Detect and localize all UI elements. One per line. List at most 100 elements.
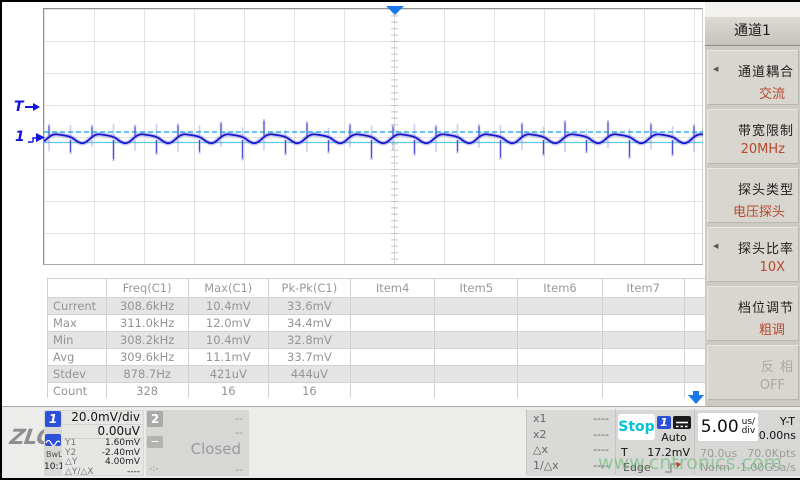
measurement-value: 311.0kHz — [106, 315, 188, 332]
measurement-value — [350, 298, 434, 315]
sidebar-item-6[interactable]: 反 相 OFF — [707, 345, 799, 400]
table-column-header: Item4 — [350, 279, 434, 298]
timebase-unit-bottom: div — [742, 426, 756, 436]
measurement-value — [602, 349, 684, 366]
measurement-value — [435, 383, 518, 399]
channel2-bottom-left: -:- — [149, 464, 159, 474]
trigger-mode: Auto — [657, 431, 691, 444]
menu-item-label: 档位调节 — [738, 297, 794, 316]
measurement-value: 33.6mV — [268, 298, 350, 315]
menu-item-label: 反 相 — [761, 356, 794, 375]
menu-item-value: 交流 — [759, 83, 785, 102]
channel1-status-panel[interactable]: 1 BwL 10:1 20.0mV/div 0.00uV Y11.60mVY2-… — [44, 410, 144, 476]
row-label: Avg — [48, 349, 107, 366]
channel2-state: Closed — [191, 440, 241, 458]
menu-item-value: OFF — [760, 378, 785, 393]
measurement-value — [518, 298, 602, 315]
table-column-header: Freq(C1) — [106, 279, 188, 298]
measurement-value — [602, 298, 684, 315]
timebase-scale: 5.00 — [701, 417, 739, 437]
measurement-value: 10.4mV — [188, 298, 268, 315]
menu-item-label: 探头比率 — [738, 238, 794, 257]
cursor-value: ---- — [127, 468, 140, 478]
waveform-display[interactable] — [43, 8, 703, 265]
measurement-value: 16 — [188, 383, 268, 399]
channel2-coupling-icon: − — [147, 436, 163, 448]
channel1-cursor-readouts: Y11.60mVY2-2.40mV△Y4.00mV△Y/△X---- — [62, 439, 143, 477]
measurement-value — [435, 332, 518, 349]
measurement-value — [602, 332, 684, 349]
trigger-coupling-dc-icon — [673, 416, 691, 429]
table-column-header: Item7 — [602, 279, 684, 298]
measurement-table-header-row: Freq(C1)Max(C1)Pk-Pk(C1)Item4Item5Item6I… — [48, 279, 706, 298]
cursor-panel-key: 1/△x — [533, 459, 559, 473]
table-column-header: Item8 — [684, 279, 705, 298]
measurement-value: 32.8mV — [268, 332, 350, 349]
measurement-value: 444uV — [268, 366, 350, 383]
channel2-status-panel[interactable]: 2 − -- -- Closed -:- -- — [146, 410, 249, 476]
channel2-bottom-right: -- — [235, 463, 243, 476]
trigger-level-marker[interactable]: T — [14, 99, 40, 115]
table-row-max: Max311.0kHz12.0mV34.4mV — [48, 315, 706, 332]
measurement-value — [350, 366, 434, 383]
measurement-value — [518, 383, 602, 399]
table-row-current: Current308.6kHz10.4mV33.6mV — [48, 298, 706, 315]
measurement-value — [435, 315, 518, 332]
sidebar-menu: ◀通道耦合交流带宽限制20MHz探头类型电压探头◀探头比率10X档位调节粗调反 … — [705, 46, 800, 400]
cursor-panel-value: ---- — [593, 428, 609, 442]
timebase-unit: us/ div — [742, 418, 756, 436]
table-column-header: Item6 — [518, 279, 602, 298]
cursor-panel-key: △x — [533, 443, 548, 457]
sidebar-item-1[interactable]: ◀通道耦合交流 — [707, 50, 799, 105]
row-label: Max — [48, 315, 107, 332]
channel1-trace — [44, 9, 703, 265]
channel2-offset: -- — [235, 426, 243, 439]
measurement-value: 16 — [268, 383, 350, 399]
menu-item-value: 电压探头 — [733, 201, 785, 220]
row-label: Stdev — [48, 366, 107, 383]
measurement-value: 33.7mV — [268, 349, 350, 366]
measurement-value — [350, 383, 434, 399]
channel1-zero-level-marker[interactable]: 1 — [15, 129, 46, 145]
measurement-value: 34.4mV — [268, 315, 350, 332]
measurement-value — [435, 366, 518, 383]
table-column-header: Max(C1) — [188, 279, 268, 298]
channel1-scale: 20.0mV/div — [62, 411, 143, 425]
table-column-header — [48, 279, 107, 298]
channel2-scale: -- — [235, 412, 243, 425]
submenu-arrow-icon: ◀ — [713, 242, 718, 250]
measurement-value — [350, 349, 434, 366]
cursor-panel-row: x2---- — [527, 426, 615, 442]
sidebar-item-2[interactable]: 带宽限制20MHz — [707, 109, 799, 164]
right-arrow-icon — [25, 102, 40, 112]
measurement-value — [435, 349, 518, 366]
channel1-values: 20.0mV/div 0.00uV Y11.60mVY2-2.40mV△Y4.0… — [62, 411, 143, 475]
measurement-value — [435, 298, 518, 315]
menu-item-label: 通道耦合 — [738, 61, 794, 80]
ac-coupling-icon — [45, 434, 61, 446]
timebase-scale-box: 5.00 us/ div — [698, 413, 758, 441]
sidebar-item-3[interactable]: 探头类型电压探头 — [707, 168, 799, 223]
display-mode: Y-T — [780, 415, 795, 428]
sidebar-item-5[interactable]: 档位调节粗调 — [707, 286, 799, 341]
measurement-value — [684, 349, 705, 366]
trigger-position-marker-icon[interactable] — [386, 6, 404, 15]
channel1-badge: 1 — [45, 411, 61, 427]
measurement-value — [684, 298, 705, 315]
measurement-value — [350, 315, 434, 332]
row-label: Count — [48, 383, 107, 399]
cursor-key: △Y/△X — [65, 468, 94, 478]
bandwidth-limit-indicator: BwL — [46, 450, 63, 459]
sidebar-item-4[interactable]: ◀探头比率10X — [707, 227, 799, 282]
measurement-value: 878.7Hz — [106, 366, 188, 383]
menu-title: 通道1 — [705, 18, 800, 46]
measurement-value: 421uV — [188, 366, 268, 383]
trigger-level-label: T — [14, 99, 24, 115]
channel1-offset: 0.00uV — [62, 425, 143, 439]
trigger-delay: 0.00ns — [759, 429, 796, 442]
measurement-value — [684, 383, 705, 399]
measurement-value — [518, 315, 602, 332]
measurement-value: 328 — [106, 383, 188, 399]
table-column-header: Pk-Pk(C1) — [268, 279, 350, 298]
menu-item-value: 20MHz — [741, 142, 785, 157]
